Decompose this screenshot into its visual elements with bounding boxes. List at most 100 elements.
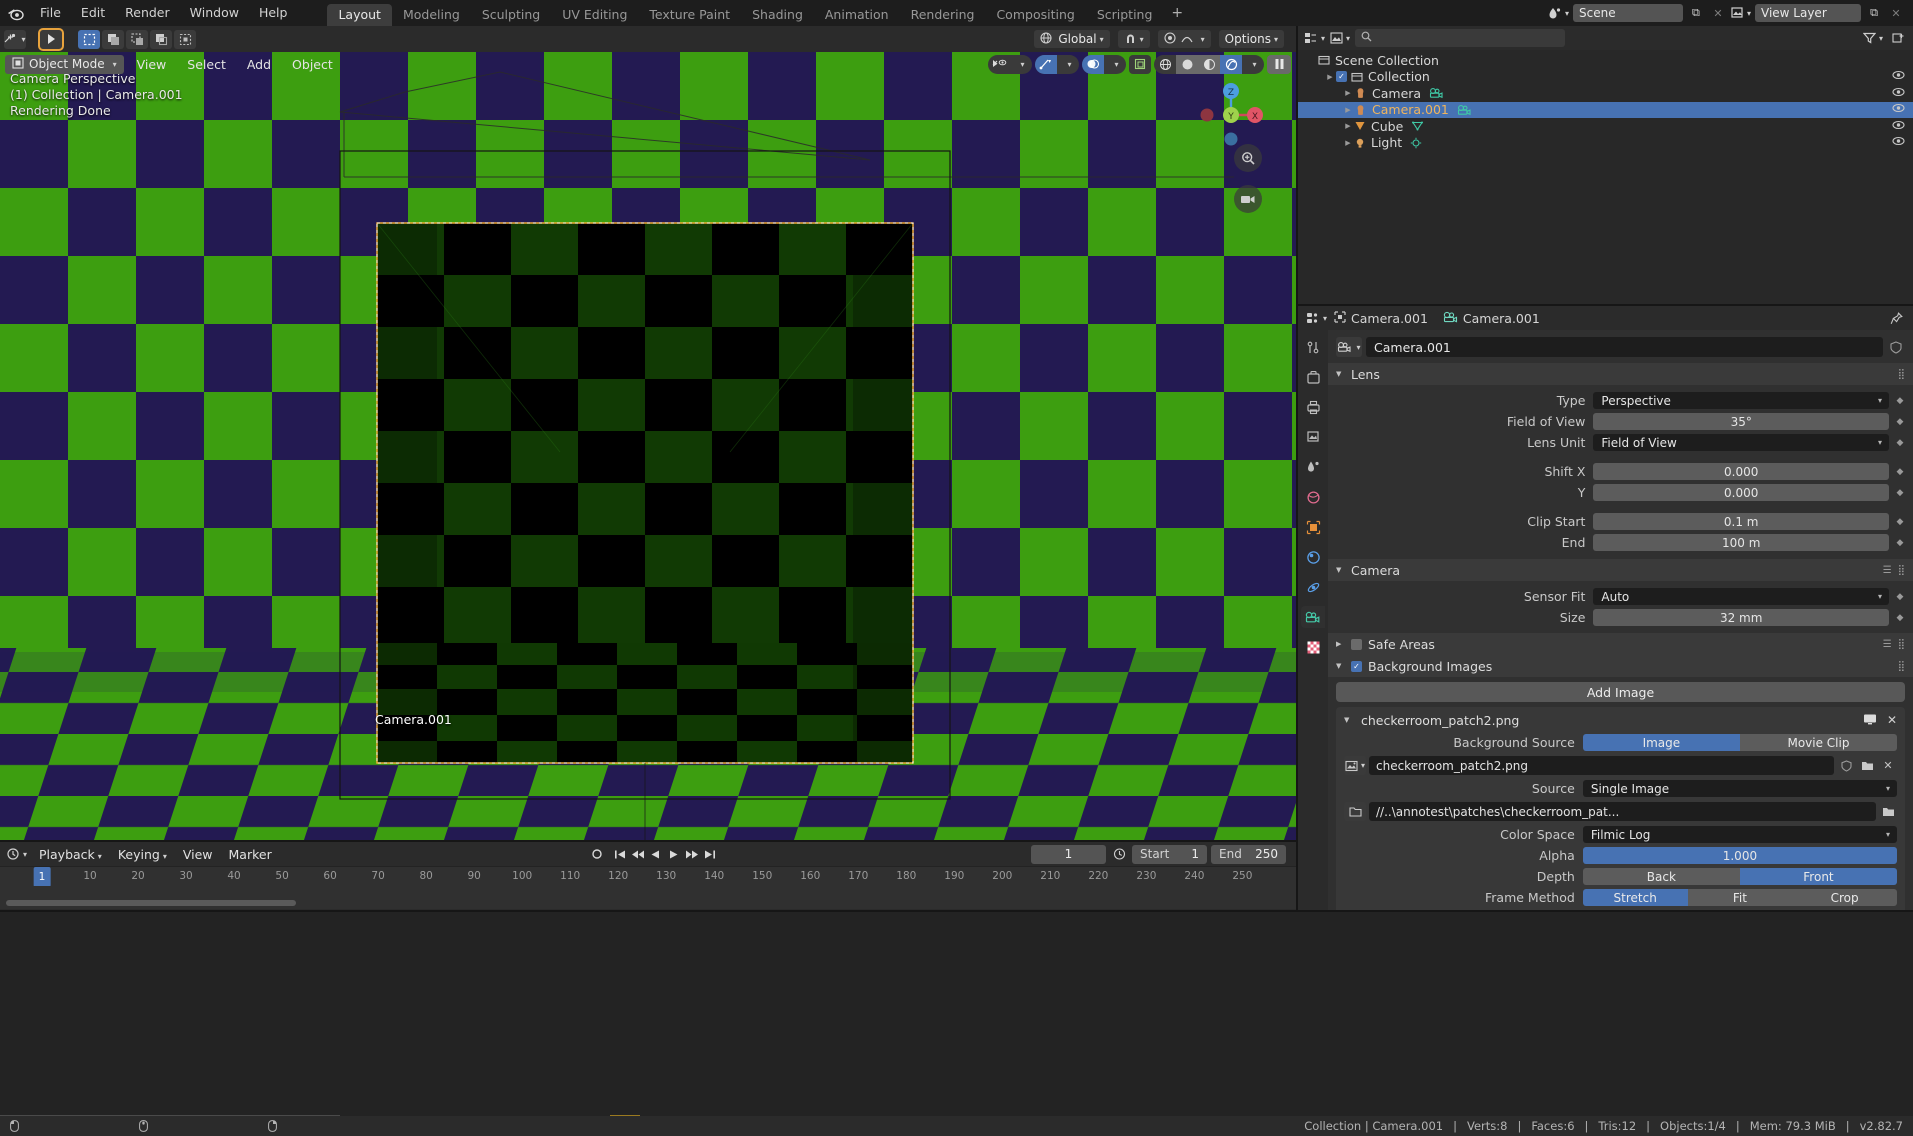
animate-property-dot-shift-x[interactable]: ◆ <box>1895 467 1905 477</box>
tab-compositing[interactable]: Compositing <box>985 4 1085 26</box>
3d-viewport[interactable]: Object Mode ▾ View Select Add Object ▾ ▾… <box>0 52 1296 842</box>
viewport-menu-select[interactable]: Select <box>179 55 234 74</box>
tab-modifier-properties[interactable] <box>1301 546 1325 568</box>
outliner-row[interactable]: Scene Collection <box>1298 52 1913 69</box>
animate-property-dot-clip-start[interactable]: ◆ <box>1895 517 1905 527</box>
unlink-image-icon[interactable]: ✕ <box>1879 756 1897 775</box>
breadcrumb-object-name[interactable]: Camera.001 <box>1351 311 1428 326</box>
clip-start-field[interactable]: 0.1 m <box>1593 513 1889 530</box>
tab-animation[interactable]: Animation <box>814 4 900 26</box>
panel-safe-areas-presets-icon[interactable]: ☰ <box>1883 639 1892 650</box>
collection-checkbox[interactable]: ✓ <box>1336 71 1347 83</box>
new-collection-icon[interactable] <box>1889 29 1907 47</box>
remove-background-image-icon[interactable]: ✕ <box>1887 713 1897 728</box>
timeline-body[interactable] <box>0 886 1296 909</box>
outliner-row-data-icon[interactable] <box>1457 104 1472 116</box>
xray-toggle-icon[interactable] <box>1129 54 1151 74</box>
alpha-slider[interactable]: 1.000 <box>1582 847 1897 864</box>
frame-method-option-crop[interactable]: Crop <box>1792 889 1897 906</box>
viewport-menu-add[interactable]: Add <box>239 55 279 74</box>
outliner-row[interactable]: ▶ Light <box>1298 135 1913 152</box>
auto-keying-icon[interactable] <box>1110 845 1128 863</box>
shift-y-field[interactable]: 0.000 <box>1593 484 1889 501</box>
select-box-icon[interactable] <box>78 29 100 49</box>
viewport-options-dropdown[interactable]: Options ▾ <box>1218 30 1284 48</box>
record-keyframe-icon[interactable] <box>588 845 605 864</box>
delete-scene-icon[interactable]: ✕ <box>1709 4 1727 22</box>
timeline-menu-marker[interactable]: Marker <box>225 847 276 862</box>
frame-method-toggle[interactable]: Stretch Fit Crop <box>1582 889 1897 906</box>
solid-shading-icon[interactable] <box>1176 54 1198 74</box>
outliner-row-data-icon[interactable] <box>1429 87 1444 99</box>
clip-end-field[interactable]: 100 m <box>1593 534 1889 551</box>
add-workspace-button[interactable]: + <box>1163 0 1191 26</box>
tab-world-properties[interactable] <box>1301 486 1325 508</box>
wireframe-shading-icon[interactable] <box>1154 55 1176 74</box>
animate-property-dot-lens-type[interactable]: ◆ <box>1895 396 1905 406</box>
tab-view-layer-properties[interactable] <box>1301 426 1325 448</box>
open-image-folder-icon[interactable] <box>1858 756 1876 775</box>
blender-logo-icon[interactable] <box>0 0 30 26</box>
background-images-checkbox[interactable]: ✓ <box>1351 660 1362 672</box>
expand-triangle-icon[interactable]: ▶ <box>1342 122 1354 130</box>
image-source-dropdown[interactable]: Single Image ▾ <box>1582 780 1897 797</box>
menu-render[interactable]: Render <box>115 0 180 26</box>
viewport-menu-object[interactable]: Object <box>284 55 341 74</box>
expand-triangle-icon[interactable]: ▶ <box>1342 106 1354 114</box>
fake-user-shield-icon[interactable] <box>1887 338 1905 357</box>
frame-start-field[interactable]: Start 1 <box>1132 844 1207 864</box>
menu-window[interactable]: Window <box>180 0 249 26</box>
animate-property-dot-sensor-size[interactable]: ◆ <box>1895 613 1905 623</box>
tab-scripting[interactable]: Scripting <box>1086 4 1164 26</box>
animate-property-dot-fov[interactable]: ◆ <box>1895 417 1905 427</box>
object-mode-dropdown[interactable]: Object Mode ▾ <box>5 54 124 74</box>
timeline-menu-view[interactable]: View <box>179 847 217 862</box>
expand-triangle-icon[interactable]: ▶ <box>1342 89 1354 97</box>
overlays-group[interactable]: ▾ <box>1082 54 1126 74</box>
frame-method-option-stretch[interactable]: Stretch <box>1582 889 1688 906</box>
panel-camera-header[interactable]: ▼ Camera ☰ ⣿ <box>1328 559 1913 581</box>
tab-texture-paint[interactable]: Texture Paint <box>638 4 741 26</box>
frame-end-field[interactable]: End 250 <box>1211 844 1286 864</box>
navigation-gizmo[interactable]: Z X Y <box>1196 80 1266 150</box>
next-keyframe-icon[interactable] <box>683 845 700 864</box>
animate-property-dot-clip-end[interactable]: ◆ <box>1895 538 1905 548</box>
current-frame-field[interactable]: 1 <box>1031 844 1106 864</box>
viewport-menu-view[interactable]: View <box>129 55 175 74</box>
tweak-tool-icon[interactable] <box>40 29 62 49</box>
select-invert-icon[interactable] <box>150 29 172 49</box>
camera-view-icon[interactable] <box>1234 185 1262 213</box>
tab-render-properties[interactable] <box>1301 366 1325 388</box>
new-view-layer-icon[interactable]: ⧉ <box>1865 4 1883 22</box>
hide-in-viewport-eye-icon[interactable] <box>1892 70 1905 83</box>
outliner-editor-type-icon[interactable]: ▾ <box>1304 29 1325 47</box>
animate-property-dot-lens-unit[interactable]: ◆ <box>1895 438 1905 448</box>
prev-keyframe-icon[interactable] <box>629 845 646 864</box>
hide-in-viewport-eye-icon[interactable] <box>1892 87 1905 100</box>
show-gizmo-icon[interactable] <box>1035 54 1057 74</box>
shading-caret-icon[interactable]: ▾ <box>1242 55 1264 74</box>
visibility-caret-icon[interactable]: ▾ <box>1010 55 1032 74</box>
menu-edit[interactable]: Edit <box>71 0 115 26</box>
background-source-option-image[interactable]: Image <box>1582 734 1740 751</box>
select-extend-icon[interactable] <box>102 29 124 49</box>
tab-uv-editing[interactable]: UV Editing <box>551 4 638 26</box>
expand-triangle-icon[interactable]: ▶ <box>1342 139 1354 147</box>
animate-property-dot-sensor-fit[interactable]: ◆ <box>1895 592 1905 602</box>
tab-output-properties[interactable] <box>1301 396 1325 418</box>
material-preview-icon[interactable] <box>1198 54 1220 74</box>
outliner-row[interactable]: ▶ Camera <box>1298 85 1913 102</box>
snap-magnet-icon[interactable]: ▾ <box>1117 30 1150 48</box>
tab-shading[interactable]: Shading <box>741 4 814 26</box>
outliner-tree[interactable]: Scene Collection ▶ ✓ Collection ▶ Camera ▶ Came… <box>1298 50 1913 304</box>
animate-property-dot-shift-y[interactable]: ◆ <box>1895 488 1905 498</box>
add-image-button[interactable]: Add Image <box>1336 682 1905 702</box>
gizmo-caret-icon[interactable]: ▾ <box>1057 55 1079 74</box>
hide-in-viewport-eye-icon[interactable] <box>1892 103 1905 116</box>
play-icon[interactable] <box>665 845 682 864</box>
panel-camera-presets-icon[interactable]: ☰ <box>1883 565 1892 576</box>
rendered-shading-icon[interactable] <box>1220 54 1242 74</box>
filepath-icon[interactable] <box>1344 802 1366 821</box>
timeline-ruler[interactable]: 10 20 30 40 50 60 70 80 90 100 110 120 130 140 150 160 1… <box>0 866 1296 886</box>
menu-help[interactable]: Help <box>249 0 298 26</box>
